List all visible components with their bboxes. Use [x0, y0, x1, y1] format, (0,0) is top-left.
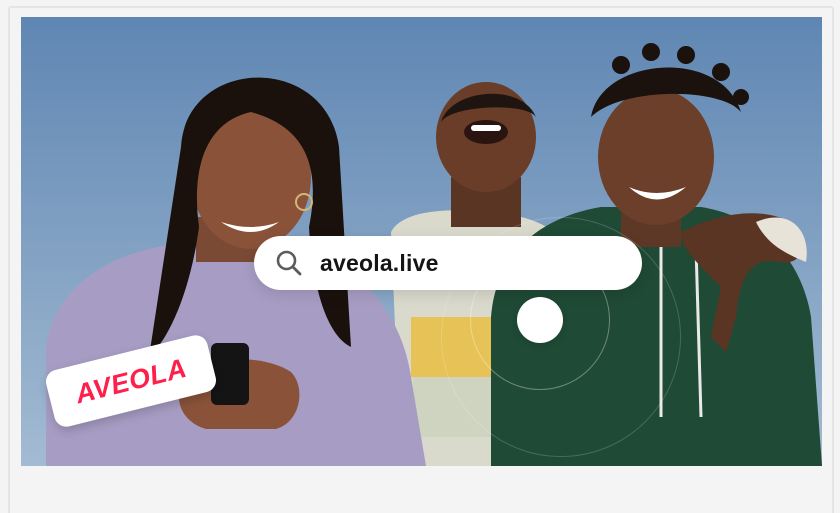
cursor-indicator — [517, 297, 563, 343]
search-query-text[interactable]: aveola.live — [320, 250, 439, 277]
search-icon — [276, 250, 302, 276]
search-bar[interactable]: aveola.live — [254, 236, 642, 290]
